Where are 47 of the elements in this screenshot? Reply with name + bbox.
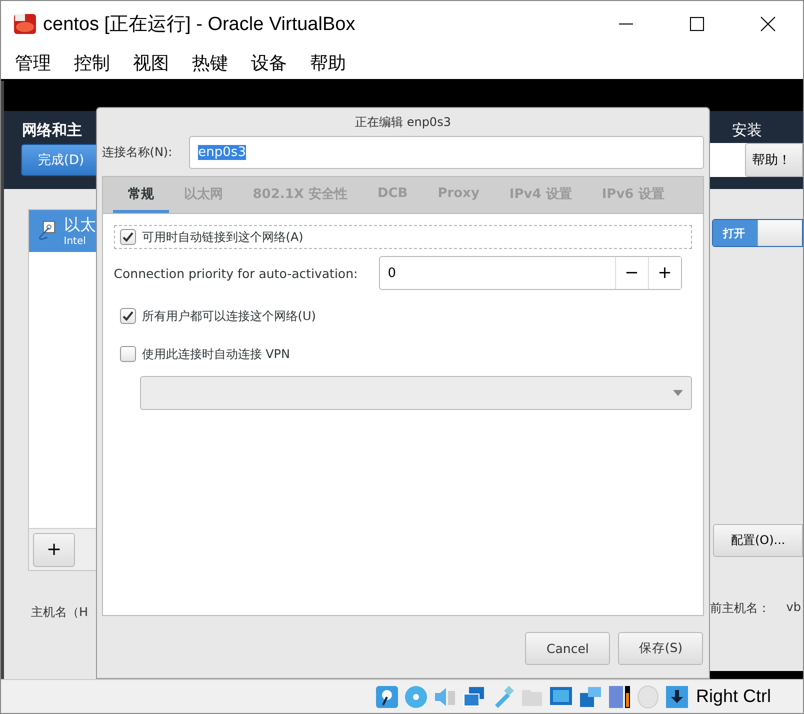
current-hostname-label: 前主机名： [710,600,770,617]
cancel-button[interactable]: Cancel [525,632,610,665]
increment-button[interactable]: + [648,257,681,289]
add-button[interactable]: + [33,532,75,566]
priority-field[interactable]: 0 − + [378,256,682,290]
caret-icon [673,390,684,396]
minimize-icon [618,23,634,25]
hostname-label: 主机名（H [31,604,90,621]
checkbox-label: 所有用户都可以连接这个网络(U) [142,308,316,324]
current-hostname-value: vb [786,600,801,616]
optical-disc-icon[interactable] [404,684,428,708]
checkbox-label: 使用此连接时自动连接 VPN [142,346,290,362]
dialog-title: 正在编辑 enp0s3 [355,114,451,130]
vpn-dropdown[interactable] [140,376,692,410]
name-field[interactable]: enp0s3 [189,136,704,169]
menu-item[interactable]: 设备 [251,51,287,75]
checkbox[interactable] [120,346,136,362]
menu-item[interactable]: 视图 [133,51,169,75]
chip-icon[interactable] [606,684,631,708]
device-detail: Intel [64,236,87,247]
app-icon [13,12,37,36]
menu-item[interactable]: 帮助 [310,51,346,75]
window-title: centos [正在运行] - Oracle VirtualBox [43,13,356,37]
option-row[interactable]: 使用此连接时自动连接 VPN [114,342,692,366]
close-icon [760,16,776,32]
save-button[interactable]: 保存(S) [618,632,704,665]
checkbox-label: 可用时自动链接到这个网络(A) [142,228,304,246]
arrow-down-icon[interactable] [664,684,689,708]
priority-label: Connection priority for auto-activation: [114,266,359,280]
page-heading: 网络和主 [22,121,83,140]
done-button[interactable]: 完成(D) [21,144,96,176]
menu-item[interactable]: 控制 [74,51,110,75]
video-camera-icon[interactable] [578,684,602,708]
menu-item[interactable]: 管理 [15,51,51,75]
checkbox[interactable] [120,308,136,324]
installer-title: 安装 [731,121,764,140]
option-row[interactable]: 可用时自动链接到这个网络(A) [114,225,692,249]
maximize-icon [688,16,704,32]
host-key-label: Right Ctrl [696,686,771,707]
checkbox[interactable] [120,229,136,245]
network-icon[interactable] [462,684,486,708]
configure-button[interactable]: 配置(O)... [713,524,803,557]
option-row[interactable]: 所有用户都可以连接这个网络(U) [114,304,692,328]
menu-item[interactable]: 热键 [192,51,228,75]
help-button[interactable]: 帮助！ [745,143,803,177]
name-label: 连接名称(N): [102,144,172,161]
device-name: 以太 [64,215,96,236]
